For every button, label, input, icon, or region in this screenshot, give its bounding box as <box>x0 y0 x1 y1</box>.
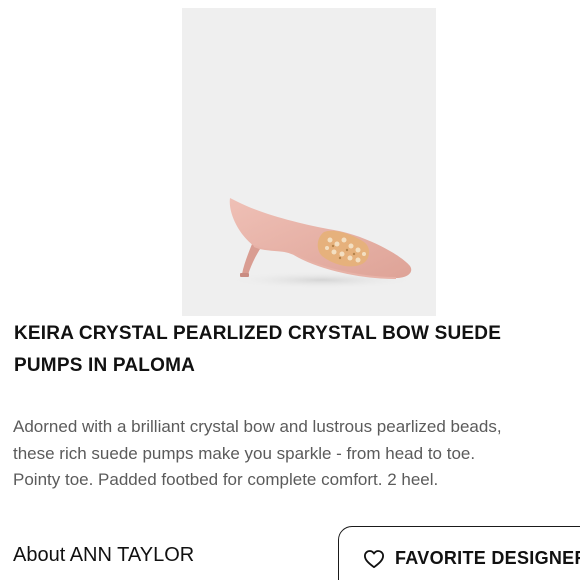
product-description: Adorned with a brilliant crystal bow and… <box>13 414 580 494</box>
heart-outline-icon <box>363 550 384 569</box>
favorite-designer-button[interactable]: FAVORITE DESIGNER <box>338 526 580 580</box>
shoe-icon <box>227 198 417 289</box>
description-line: Pointy toe. Padded footbed for complete … <box>13 470 439 489</box>
product-title-line: KEIRA CRYSTAL PEARLIZED CRYSTAL BOW SUED… <box>14 323 502 344</box>
description-line: these rich suede pumps make you sparkle … <box>13 443 476 463</box>
description-line: Adorned with a brilliant crystal bow and… <box>13 417 502 436</box>
about-designer-heading: About ANN TAYLOR <box>13 544 195 566</box>
product-title-line: PUMPS IN PALOMA <box>14 355 196 376</box>
favorite-designer-label: FAVORITE DESIGNER <box>395 548 580 568</box>
product-page: KEIRA CRYSTAL PEARLIZED CRYSTAL BOW SUED… <box>0 0 580 580</box>
product-title: KEIRA CRYSTAL PEARLIZED CRYSTAL BOW SUED… <box>14 318 580 382</box>
product-image[interactable] <box>182 8 436 316</box>
